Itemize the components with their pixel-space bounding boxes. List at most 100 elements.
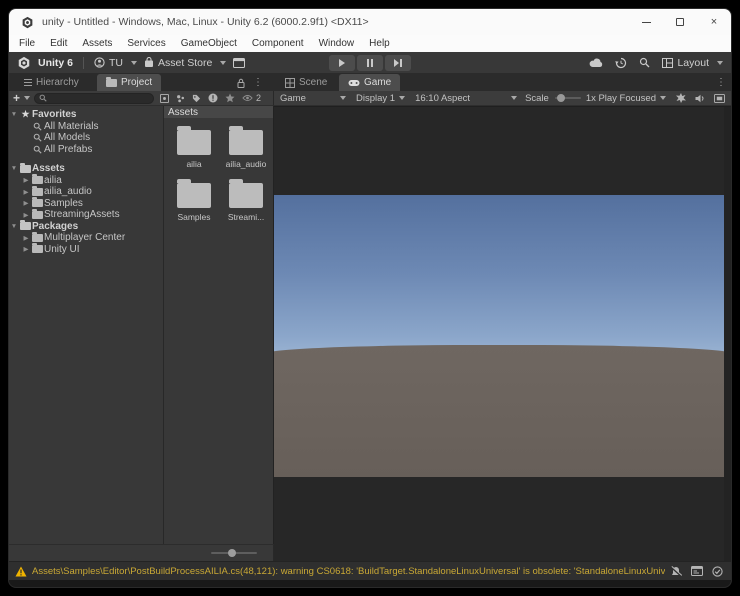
star-icon: ★ <box>21 109 30 120</box>
tab-label: Hierarchy <box>36 77 79 88</box>
expander-icon[interactable]: ▶ <box>21 176 31 184</box>
search-by-asset-icon[interactable] <box>176 94 185 103</box>
minimize-button[interactable] <box>629 9 663 35</box>
asset-folder-ailia[interactable]: ailia <box>170 126 218 169</box>
panel-menu-icon[interactable]: ⋮ <box>716 77 726 88</box>
asset-folder-streamingassets[interactable]: Streami... <box>222 179 270 222</box>
menu-bar: File Edit Assets Services GameObject Com… <box>9 35 731 52</box>
project-toolbar: + 2 <box>9 91 274 106</box>
menu-edit[interactable]: Edit <box>50 38 67 49</box>
caret-down-icon <box>511 96 518 100</box>
tree-item-all-materials[interactable]: All Materials <box>9 121 163 133</box>
menu-help[interactable]: Help <box>369 38 390 49</box>
tree-item-packages[interactable]: ▼ Packages <box>9 220 163 233</box>
gizmos-icon[interactable] <box>714 93 725 103</box>
expander-icon[interactable]: ▶ <box>21 199 31 207</box>
tree-item-multiplayer-center[interactable]: ▶ Multiplayer Center <box>9 231 163 244</box>
expander-icon[interactable]: ▶ <box>21 234 31 242</box>
thumbnail-zoom-slider[interactable] <box>211 549 257 557</box>
import-log-icon[interactable] <box>208 93 218 103</box>
tree-item-unity-ui[interactable]: ▶ Unity UI <box>9 243 163 256</box>
stats-icon[interactable] <box>676 93 686 103</box>
maximize-button[interactable] <box>663 9 697 35</box>
viewport-edge <box>724 107 731 561</box>
tree-item-streamingassets[interactable]: ▶ StreamingAssets <box>9 208 163 221</box>
hierarchy-icon <box>24 79 32 86</box>
menu-file[interactable]: File <box>19 38 35 49</box>
grid-header: Assets <box>164 106 273 118</box>
caret-down-icon <box>131 60 138 65</box>
folder-open-icon <box>20 162 31 173</box>
progress-check-icon[interactable] <box>712 565 723 577</box>
expander-icon[interactable]: ▶ <box>21 188 31 196</box>
tab-game[interactable]: Game <box>339 74 401 91</box>
lock-icon[interactable] <box>237 78 245 88</box>
project-search-field[interactable] <box>34 92 155 104</box>
menu-assets[interactable]: Assets <box>82 38 112 49</box>
mute-audio-icon[interactable] <box>695 94 705 103</box>
layout-label: Layout <box>677 56 709 69</box>
game-panel-controls: ⋮ <box>716 74 726 91</box>
status-bar[interactable]: Assets\Samples\Editor\PostBuildProcessAI… <box>9 561 731 580</box>
search-by-label-icon[interactable] <box>192 94 201 103</box>
search-icon[interactable] <box>639 57 650 68</box>
account-dropdown[interactable]: TU <box>94 57 138 69</box>
divider <box>83 56 85 69</box>
play-focused-dropdown[interactable]: Play Focused <box>598 93 666 104</box>
folder-icon <box>106 76 117 87</box>
console-icon[interactable] <box>691 566 703 576</box>
menu-component[interactable]: Component <box>252 38 304 49</box>
asset-store-dropdown[interactable]: Asset Store <box>144 57 227 69</box>
close-button[interactable]: × <box>697 9 731 35</box>
scale-slider[interactable] <box>554 94 581 102</box>
expander-icon[interactable]: ▶ <box>21 211 31 219</box>
pause-button[interactable] <box>357 54 383 71</box>
status-message[interactable]: Assets\Samples\Editor\PostBuildProcessAI… <box>32 566 665 577</box>
game-viewport[interactable] <box>274 106 731 561</box>
notifications-muted-icon[interactable] <box>670 565 682 577</box>
cloud-icon[interactable] <box>589 58 603 68</box>
step-icon <box>394 58 399 67</box>
play-button[interactable] <box>329 54 355 71</box>
tree-item-all-models[interactable]: All Models <box>9 132 163 144</box>
expander-icon[interactable]: ▼ <box>9 165 19 172</box>
aspect-ratio-dropdown[interactable]: 16:10 Aspect <box>415 93 518 104</box>
tree-item-ailia-audio[interactable]: ▶ ailia_audio <box>9 185 163 198</box>
expander-icon[interactable]: ▶ <box>21 245 31 253</box>
tree-item-samples[interactable]: ▶ Samples <box>9 197 163 210</box>
minimize-icon <box>641 21 651 23</box>
tab-scene[interactable]: Scene <box>276 74 336 91</box>
tab-project[interactable]: Project <box>97 74 162 91</box>
expander-icon[interactable]: ▼ <box>9 223 19 230</box>
project-tree: ▼ ★ Favorites All Materials All Models A… <box>9 106 164 544</box>
search-input[interactable] <box>50 93 150 103</box>
display-dropdown[interactable]: Display 1 <box>356 93 406 104</box>
asset-folder-samples[interactable]: Samples <box>170 179 218 222</box>
tree-item-all-prefabs[interactable]: All Prefabs <box>9 144 163 156</box>
game-mode-dropdown[interactable]: Game <box>280 93 346 104</box>
step-button[interactable] <box>385 54 411 71</box>
scale-slider-knob[interactable] <box>556 94 565 102</box>
search-by-type-icon[interactable] <box>160 93 170 103</box>
tab-label: Scene <box>299 77 328 88</box>
package-manager-icon[interactable] <box>233 57 246 68</box>
search-icon <box>33 133 42 142</box>
menu-services[interactable]: Services <box>127 38 165 49</box>
maximize-icon <box>676 18 684 26</box>
expander-icon[interactable]: ▼ <box>9 111 19 118</box>
panel-menu-icon[interactable]: ⋮ <box>253 77 263 88</box>
create-asset-button[interactable]: + <box>13 92 20 104</box>
menu-window[interactable]: Window <box>319 38 355 49</box>
menu-gameobject[interactable]: GameObject <box>181 38 237 49</box>
zoom-slider-knob[interactable] <box>228 549 236 557</box>
tree-item-ailia[interactable]: ▶ ailia <box>9 174 163 187</box>
tree-item-favorites[interactable]: ▼ ★ Favorites <box>9 109 163 121</box>
history-icon[interactable] <box>615 57 627 69</box>
tree-item-assets[interactable]: ▼ Assets <box>9 162 163 175</box>
saved-search-star-icon[interactable] <box>225 93 235 103</box>
visibility-eye-icon[interactable] <box>242 94 253 102</box>
asset-folder-ailia-audio[interactable]: ailia_audio <box>222 126 270 169</box>
tab-hierarchy[interactable]: Hierarchy <box>15 74 88 91</box>
project-bottom-bar <box>9 544 274 561</box>
layout-dropdown[interactable]: Layout <box>662 57 723 69</box>
